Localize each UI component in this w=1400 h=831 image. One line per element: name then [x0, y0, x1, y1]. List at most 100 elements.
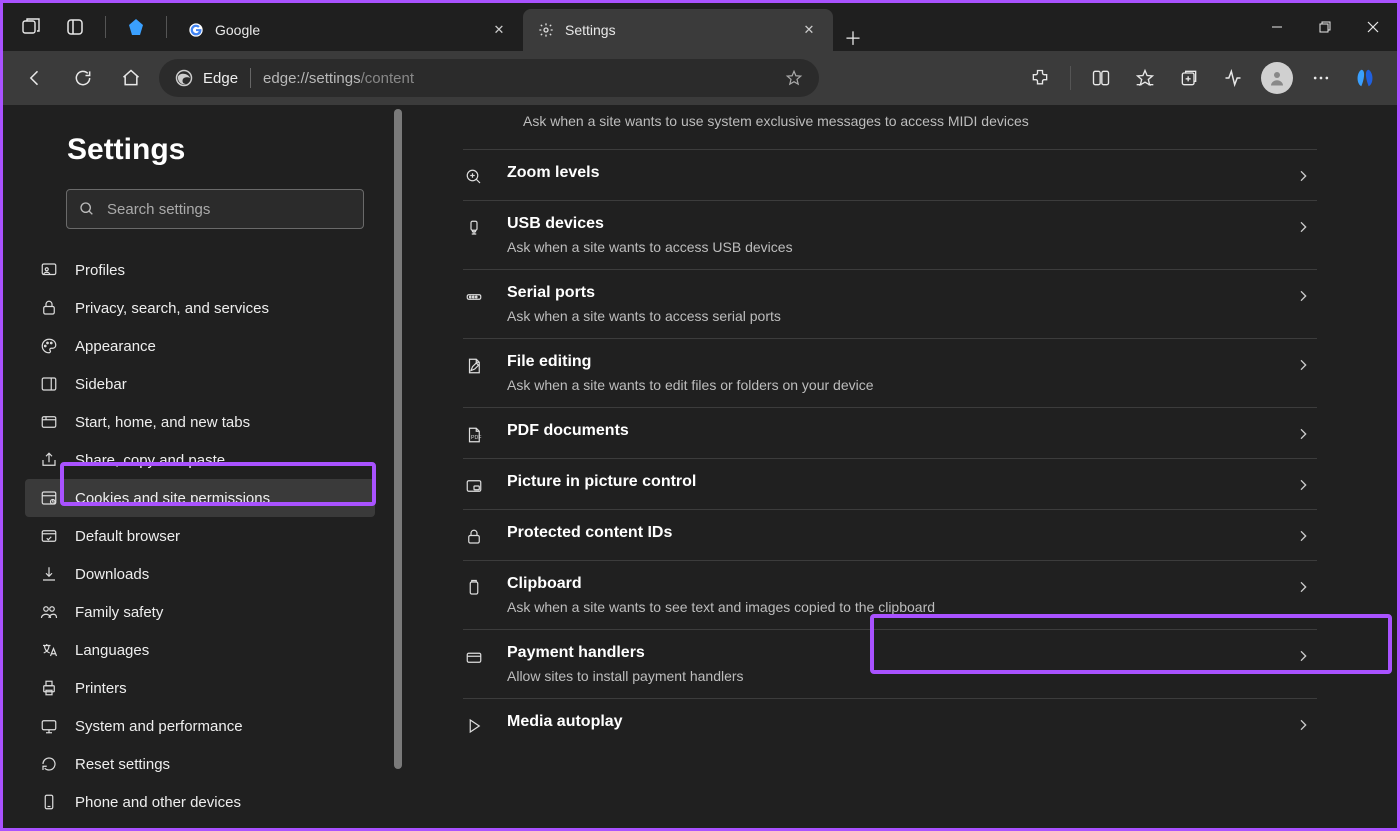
permission-icon: [463, 477, 485, 495]
vertical-tabs-icon[interactable]: [55, 7, 95, 47]
sidebar-item-system[interactable]: System and performance: [25, 707, 375, 745]
chevron-right-icon: [1295, 219, 1311, 235]
tab-actions-icon[interactable]: [11, 7, 51, 47]
site-identity-label: Edge: [203, 70, 238, 87]
sidebar-item-lock[interactable]: Privacy, search, and services: [25, 289, 375, 327]
sidebar-item-label: Printers: [75, 680, 127, 697]
chevron-right-icon: [1295, 168, 1311, 184]
sidebar-item-phone[interactable]: Phone and other devices: [25, 783, 375, 821]
chevron-right-icon: [1295, 288, 1311, 304]
sidebar-item-family[interactable]: Family safety: [25, 593, 375, 631]
chevron-right-icon: [1295, 477, 1311, 493]
sidebar-item-label: Share, copy and paste: [75, 452, 225, 469]
permission-row[interactable]: Picture in picture control: [463, 458, 1317, 509]
back-button[interactable]: [15, 58, 55, 98]
sidebar-icon: [39, 375, 59, 393]
home-button[interactable]: [111, 58, 151, 98]
close-window-button[interactable]: [1349, 3, 1397, 51]
sidebar-item-label: Default browser: [75, 528, 180, 545]
permission-row[interactable]: Media autoplay: [463, 698, 1317, 749]
permission-title: PDF documents: [507, 422, 1299, 440]
gear-icon: [537, 21, 555, 39]
sidebar-scrollbar[interactable]: [393, 105, 403, 828]
tab-title: Google: [215, 22, 479, 38]
more-menu-button[interactable]: [1301, 58, 1341, 98]
favorite-star-icon[interactable]: [785, 69, 803, 87]
permission-row[interactable]: PDF PDF documents: [463, 407, 1317, 458]
chevron-right-icon: [1295, 357, 1311, 373]
site-identity[interactable]: Edge: [175, 69, 238, 87]
settings-content: Ask when a site wants to use system excl…: [403, 105, 1397, 828]
sidebar-item-download[interactable]: Downloads: [25, 555, 375, 593]
permission-icon: [463, 219, 485, 237]
sidebar-item-home-tabs[interactable]: Start, home, and new tabs: [25, 403, 375, 441]
permission-row[interactable]: USB devicesAsk when a site wants to acce…: [463, 200, 1317, 269]
performance-button[interactable]: [1213, 58, 1253, 98]
permission-icon: [463, 288, 485, 306]
profiles-icon: [39, 261, 59, 279]
permission-row[interactable]: ClipboardAsk when a site wants to see te…: [463, 560, 1317, 629]
edge-logo-icon: [175, 69, 193, 87]
search-input[interactable]: [107, 201, 351, 218]
tab-google[interactable]: Google ✕: [173, 9, 523, 51]
profile-avatar[interactable]: [1257, 58, 1297, 98]
sidebar-item-label: Sidebar: [75, 376, 127, 393]
sidebar-item-reset[interactable]: Reset settings: [25, 745, 375, 783]
permission-desc: Ask when a site wants to see text and im…: [507, 599, 1299, 615]
permission-desc: Ask when a site wants to edit files or f…: [507, 377, 1299, 393]
reset-icon: [39, 755, 59, 773]
permission-row[interactable]: File editing Ask when a site wants to edi…: [463, 338, 1317, 407]
sidebar-item-label: Languages: [75, 642, 149, 659]
languages-icon: [39, 641, 59, 659]
permission-row[interactable]: Zoom levels: [463, 149, 1317, 200]
title-bar: Google ✕ Settings ✕ ＋: [3, 3, 1397, 51]
sidebar-item-languages[interactable]: Languages: [25, 631, 375, 669]
sidebar-item-label: Phone and other devices: [75, 794, 241, 811]
permission-row[interactable]: Payment handlersAllow sites to install p…: [463, 629, 1317, 698]
permission-icon: [463, 168, 485, 186]
permission-row[interactable]: Protected content IDs: [463, 509, 1317, 560]
split-screen-button[interactable]: [1081, 58, 1121, 98]
settings-search[interactable]: [66, 189, 364, 229]
copilot-button[interactable]: [1345, 58, 1385, 98]
minimize-button[interactable]: [1253, 3, 1301, 51]
extensions-button[interactable]: [1020, 58, 1060, 98]
sidebar-item-sidebar[interactable]: Sidebar: [25, 365, 375, 403]
permission-title: Zoom levels: [507, 164, 1299, 182]
close-icon[interactable]: ✕: [799, 20, 819, 40]
favorites-button[interactable]: [1125, 58, 1165, 98]
url-text: edge://settings/content: [263, 70, 773, 87]
sidebar-item-accessibility[interactable]: Accessibility: [25, 821, 375, 828]
address-bar[interactable]: Edge edge://settings/content: [159, 59, 819, 97]
permission-row[interactable]: Serial ports Ask when a site wants to acc…: [463, 269, 1317, 338]
collections-button[interactable]: [1169, 58, 1209, 98]
permission-icon: [463, 357, 485, 375]
maximize-button[interactable]: [1301, 3, 1349, 51]
refresh-button[interactable]: [63, 58, 103, 98]
permission-title: Serial ports: [507, 284, 1299, 302]
tab-settings[interactable]: Settings ✕: [523, 9, 833, 51]
sidebar-item-label: Cookies and site permissions: [75, 490, 270, 507]
permission-desc: Ask when a site wants to access serial p…: [507, 308, 1299, 324]
sidebar-item-palette[interactable]: Appearance: [25, 327, 375, 365]
sidebar-item-label: System and performance: [75, 718, 243, 735]
settings-sidebar: Settings ProfilesPrivacy, search, and se…: [3, 105, 403, 828]
toolbar: Edge edge://settings/content: [3, 51, 1397, 105]
sidebar-item-profiles[interactable]: Profiles: [25, 251, 375, 289]
permission-title: Media autoplay: [507, 713, 1299, 731]
sidebar-item-label: Start, home, and new tabs: [75, 414, 250, 431]
sidebar-item-printer[interactable]: Printers: [25, 669, 375, 707]
permission-title: File editing: [507, 353, 1299, 371]
sidebar-item-browser[interactable]: Default browser: [25, 517, 375, 555]
sidebar-item-cookies[interactable]: Cookies and site permissions: [25, 479, 375, 517]
chevron-right-icon: [1295, 426, 1311, 442]
chevron-right-icon: [1295, 579, 1311, 595]
permission-icon: PDF: [463, 426, 485, 444]
sidebar-item-share[interactable]: Share, copy and paste: [25, 441, 375, 479]
rewards-icon[interactable]: [116, 7, 156, 47]
chevron-right-icon: [1295, 528, 1311, 544]
new-tab-button[interactable]: ＋: [833, 25, 873, 51]
close-icon[interactable]: ✕: [489, 20, 509, 40]
sidebar-item-label: Profiles: [75, 262, 125, 279]
sidebar-item-label: Downloads: [75, 566, 149, 583]
